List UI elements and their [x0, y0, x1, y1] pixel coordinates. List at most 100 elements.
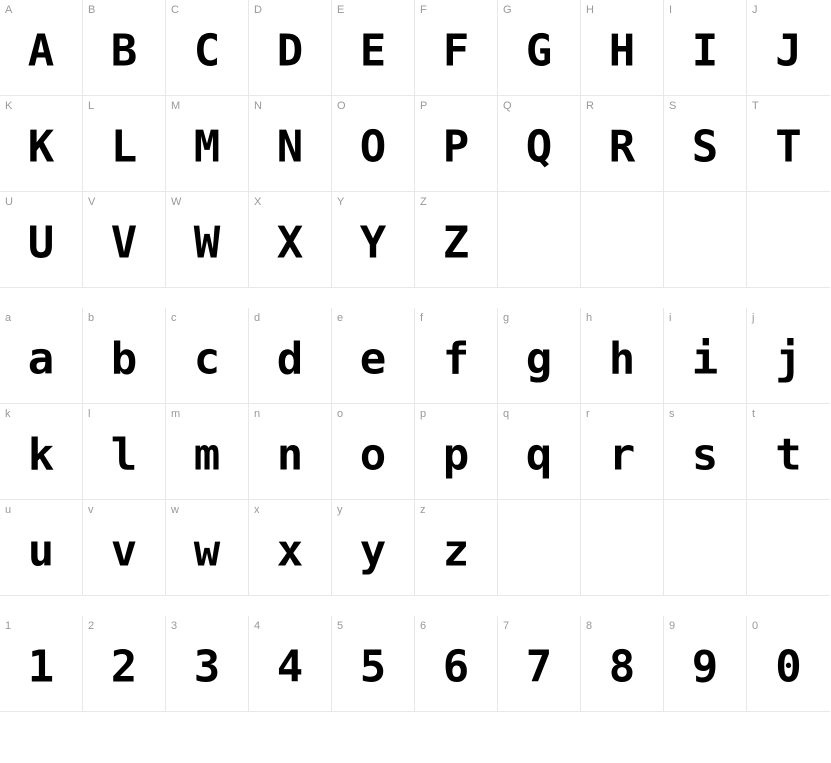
glyph-cell-label: V	[88, 196, 95, 208]
glyph-cell: 11	[0, 616, 83, 712]
glyph-cell: DD	[249, 0, 332, 96]
glyph-cell-label: S	[669, 100, 676, 112]
glyph-cell-label: K	[5, 100, 12, 112]
glyph-row: 11223344556677889900	[0, 616, 831, 712]
glyph-cell: pp	[415, 404, 498, 500]
glyph-cell: SS	[664, 96, 747, 192]
glyph-cell: FF	[415, 0, 498, 96]
glyph-cell-label: G	[503, 4, 512, 16]
glyph-cell: ee	[332, 308, 415, 404]
glyph-cell: 88	[581, 616, 664, 712]
glyph-cell: PP	[415, 96, 498, 192]
glyph-cell-label: s	[669, 408, 675, 420]
glyph-cell-label: 9	[669, 620, 675, 632]
glyph-cell-glyph: Q	[526, 125, 553, 169]
glyph-cell-label: f	[420, 312, 423, 324]
glyph-cell-label: H	[586, 4, 594, 16]
section-uppercase: AABBCCDDEEFFGGHHIIJJKKLLMMNNOOPPQQRRSSTT…	[0, 0, 831, 288]
glyph-cell-label: A	[5, 4, 12, 16]
glyph-cell-label: 4	[254, 620, 260, 632]
glyph-cell-label: d	[254, 312, 260, 324]
glyph-cell: RR	[581, 96, 664, 192]
glyph-row: kkllmmnnooppqqrrsstt	[0, 404, 831, 500]
glyph-cell-glyph: X	[277, 221, 304, 265]
glyph-cell: nn	[249, 404, 332, 500]
glyph-cell: QQ	[498, 96, 581, 192]
glyph-cell-label: N	[254, 100, 262, 112]
glyph-cell: ii	[664, 308, 747, 404]
glyph-cell: UU	[0, 192, 83, 288]
glyph-cell-glyph: 7	[526, 645, 553, 689]
glyph-cell-glyph: A	[28, 29, 55, 73]
glyph-cell-label: I	[669, 4, 672, 16]
glyph-cell-glyph: L	[111, 125, 138, 169]
glyph-cell-glyph: J	[775, 29, 802, 73]
glyph-cell-glyph: p	[443, 433, 470, 477]
glyph-cell: II	[664, 0, 747, 96]
glyph-cell-glyph: 1	[28, 645, 55, 689]
glyph-cell-glyph: k	[28, 433, 55, 477]
glyph-cell: EE	[332, 0, 415, 96]
glyph-cell-label: i	[669, 312, 671, 324]
glyph-cell	[747, 500, 830, 596]
glyph-cell: 66	[415, 616, 498, 712]
glyph-cell-label: M	[171, 100, 180, 112]
glyph-cell-glyph: s	[692, 433, 719, 477]
glyph-cell: BB	[83, 0, 166, 96]
glyph-cell-glyph: j	[775, 337, 802, 381]
glyph-cell-glyph: Z	[443, 221, 470, 265]
glyph-cell-glyph: n	[277, 433, 304, 477]
glyph-cell-glyph: u	[28, 529, 55, 573]
glyph-cell-label: 0	[752, 620, 758, 632]
glyph-row: aabbccddeeffgghhiijj	[0, 308, 831, 404]
glyph-cell-label: k	[5, 408, 11, 420]
glyph-cell-label: a	[5, 312, 11, 324]
glyph-cell-label: 3	[171, 620, 177, 632]
glyph-cell-glyph: H	[609, 29, 636, 73]
glyph-cell-label: E	[337, 4, 344, 16]
glyph-cell: LL	[83, 96, 166, 192]
glyph-cell-label: W	[171, 196, 181, 208]
section-lowercase: aabbccddeeffgghhiijjkkllmmnnooppqqrrsstt…	[0, 308, 831, 596]
glyph-cell-glyph: c	[194, 337, 221, 381]
glyph-cell-glyph: R	[609, 125, 636, 169]
glyph-cell-label: p	[420, 408, 426, 420]
glyph-cell-glyph: W	[194, 221, 221, 265]
glyph-cell-label: D	[254, 4, 262, 16]
glyph-cell-glyph: T	[775, 125, 802, 169]
glyph-cell-label: L	[88, 100, 94, 112]
glyph-cell: 99	[664, 616, 747, 712]
glyph-cell	[581, 500, 664, 596]
glyph-cell: oo	[332, 404, 415, 500]
glyph-row: UUVVWWXXYYZZ	[0, 192, 831, 288]
glyph-cell-label: Q	[503, 100, 512, 112]
glyph-cell: TT	[747, 96, 830, 192]
glyph-cell-glyph: l	[111, 433, 138, 477]
glyph-cell-glyph: K	[28, 125, 55, 169]
glyph-cell-label: r	[586, 408, 590, 420]
glyph-cell	[581, 192, 664, 288]
glyph-cell-label: z	[420, 504, 426, 516]
glyph-cell: kk	[0, 404, 83, 500]
glyph-cell-glyph: 0	[775, 645, 802, 689]
glyph-cell-glyph: 6	[443, 645, 470, 689]
glyph-row: KKLLMMNNOOPPQQRRSSTT	[0, 96, 831, 192]
glyph-cell-glyph: i	[692, 337, 719, 381]
glyph-cell: NN	[249, 96, 332, 192]
glyph-cell: 44	[249, 616, 332, 712]
glyph-cell-label: X	[254, 196, 261, 208]
glyph-cell-glyph: C	[194, 29, 221, 73]
glyph-cell-glyph: g	[526, 337, 553, 381]
glyph-cell	[747, 192, 830, 288]
glyph-cell-label: h	[586, 312, 592, 324]
glyph-cell-label: T	[752, 100, 759, 112]
glyph-cell-glyph: y	[360, 529, 387, 573]
glyph-cell-glyph: P	[443, 125, 470, 169]
glyph-cell: mm	[166, 404, 249, 500]
glyph-cell-glyph: r	[609, 433, 636, 477]
glyph-cell-label: Z	[420, 196, 427, 208]
glyph-cell: 33	[166, 616, 249, 712]
glyph-cell: KK	[0, 96, 83, 192]
glyph-cell-glyph: D	[277, 29, 304, 73]
glyph-cell: VV	[83, 192, 166, 288]
